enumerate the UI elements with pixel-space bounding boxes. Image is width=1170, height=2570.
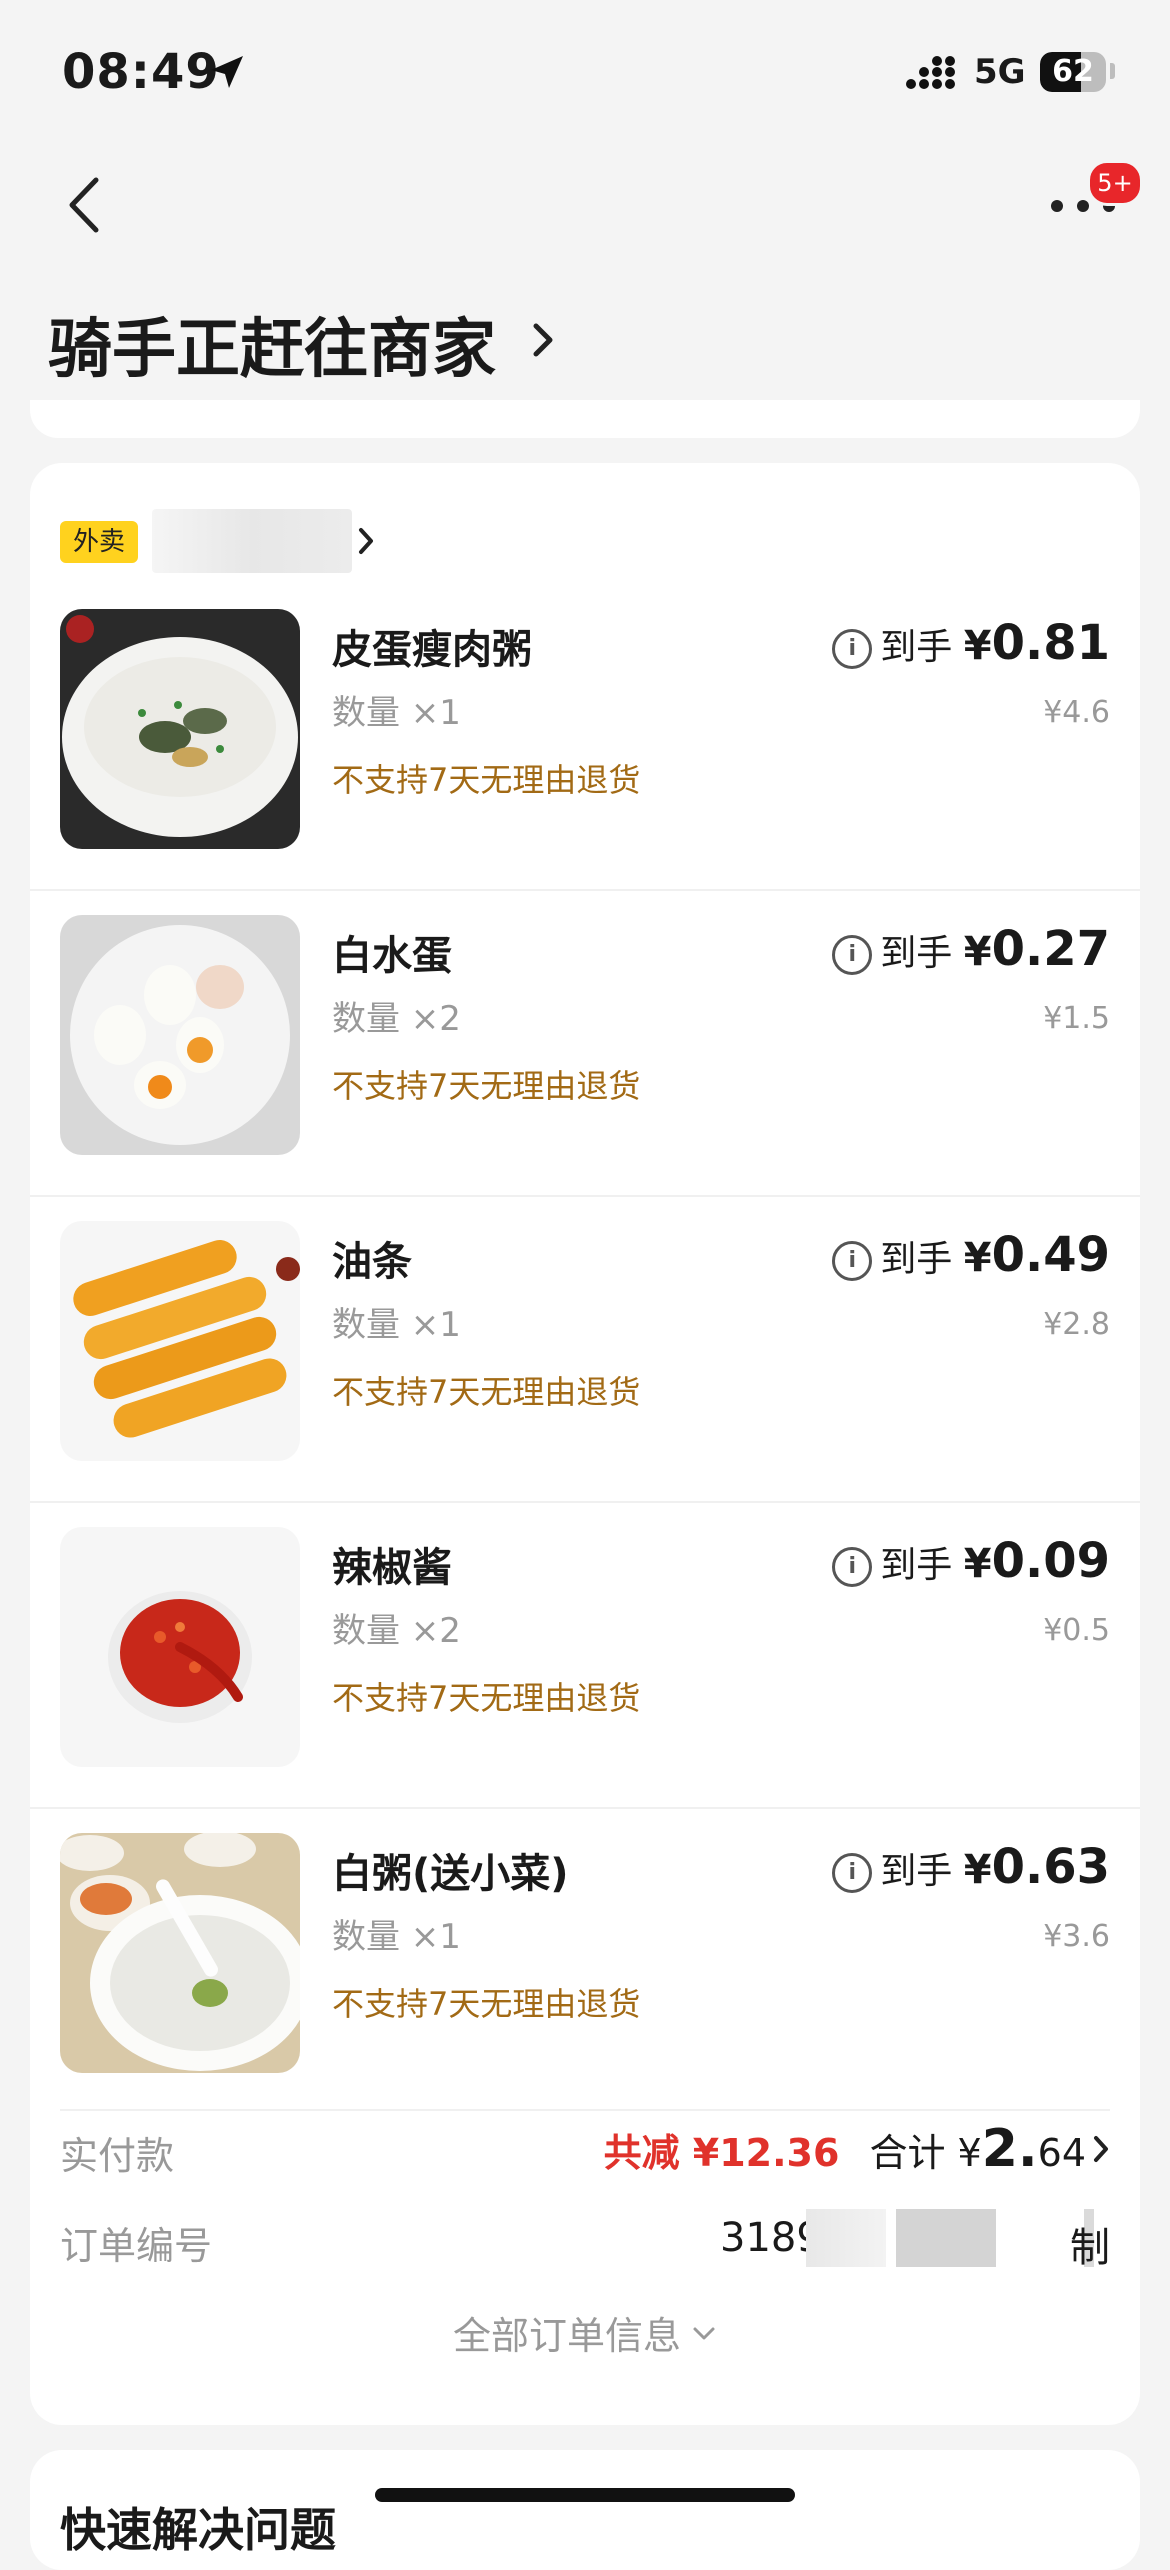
chevron-down-icon: [693, 2327, 715, 2340]
price-amount: 0.27: [991, 921, 1110, 977]
order-item[interactable]: 白粥(送小菜) 数量 ×1 不支持7天无理由退货 i 到手 ¥0.63 ¥3.6: [30, 1809, 1140, 2115]
currency-symbol: ¥: [963, 1235, 992, 1281]
item-quantity: 数量 ×2: [332, 999, 461, 1039]
quick-solve-card[interactable]: 快速解决问题: [30, 2450, 1140, 2570]
price-amount: 0.63: [991, 1839, 1110, 1895]
chevron-right-icon[interactable]: [1092, 2134, 1110, 2164]
return-policy: 不支持7天无理由退货: [332, 1985, 641, 2023]
copy-button[interactable]: 制: [1070, 2215, 1110, 2273]
price-label: 到手: [880, 1851, 953, 1892]
original-price: ¥2.8: [1043, 1307, 1110, 1342]
original-price: ¥1.5: [1043, 1001, 1110, 1036]
divider: [60, 2109, 1110, 2111]
all-order-info-label: 全部订单信息: [452, 2314, 681, 2358]
order-number-redacted: [806, 2209, 886, 2267]
all-order-info-toggle[interactable]: 全部订单信息: [30, 2305, 1140, 2360]
info-icon[interactable]: i: [832, 1547, 873, 1587]
status-bar: 08:49 5G 62: [0, 0, 1170, 140]
item-price: i 到手 ¥0.81: [832, 615, 1110, 671]
return-policy: 不支持7天无理由退货: [332, 1679, 641, 1717]
currency-symbol: ¥: [963, 1541, 992, 1587]
return-policy: 不支持7天无理由退货: [332, 761, 641, 799]
chevron-right-icon[interactable]: [528, 318, 558, 362]
item-price: i 到手 ¥0.63: [832, 1839, 1110, 1895]
return-policy: 不支持7天无理由退货: [332, 1373, 641, 1411]
location-arrow-icon: [211, 56, 243, 88]
total-label: 合计 ¥: [869, 2131, 982, 2175]
order-item[interactable]: 白水蛋 数量 ×2 不支持7天无理由退货 i 到手 ¥0.27 ¥1.5: [30, 891, 1140, 1197]
order-item[interactable]: 辣椒酱 数量 ×2 不支持7天无理由退货 i 到手 ¥0.09 ¥0.5: [30, 1503, 1140, 1809]
order-number-label: 订单编号: [60, 2224, 213, 2268]
item-quantity: 数量 ×1: [332, 1917, 461, 1957]
payment-summary[interactable]: 共减 ¥12.36 合计 ¥2.64: [604, 2119, 1110, 2179]
total-amount-big: 2.: [981, 2119, 1038, 2179]
item-price: i 到手 ¥0.09: [832, 1533, 1110, 1589]
info-icon[interactable]: i: [832, 1853, 873, 1893]
currency-symbol: ¥: [963, 1847, 992, 1893]
item-quantity: 数量 ×1: [332, 1305, 461, 1345]
back-chevron-icon[interactable]: [62, 172, 112, 238]
price-amount: 0.49: [991, 1227, 1110, 1283]
item-name: 白水蛋: [332, 933, 452, 979]
page-title[interactable]: 骑手正赶往商家: [48, 298, 496, 390]
porridge-image: [60, 609, 300, 849]
order-number-redacted: [896, 2209, 996, 2267]
return-policy: 不支持7天无理由退货: [332, 1067, 641, 1105]
fried-dough-image: [60, 1221, 300, 1461]
item-quantity: 数量 ×2: [332, 1611, 461, 1651]
item-name: 白粥(送小菜): [332, 1851, 569, 1897]
battery-percent: 62: [1052, 54, 1094, 89]
order-item[interactable]: 皮蛋瘦肉粥 数量 ×1 不支持7天无理由退货 i 到手 ¥0.81 ¥4.6: [30, 585, 1140, 891]
total-amount-small: 64: [1037, 2131, 1086, 2175]
shop-name-redacted[interactable]: [152, 509, 352, 573]
item-price: i 到手 ¥0.27: [832, 921, 1110, 977]
paid-amount-label: 实付款: [60, 2134, 175, 2178]
info-icon[interactable]: i: [832, 935, 873, 975]
status-time: 08:49: [62, 44, 220, 100]
price-label: 到手: [880, 1545, 953, 1586]
item-price: i 到手 ¥0.49: [832, 1227, 1110, 1283]
home-indicator[interactable]: [375, 2488, 795, 2502]
info-icon[interactable]: i: [832, 1241, 873, 1281]
info-icon[interactable]: i: [832, 629, 873, 669]
original-price: ¥4.6: [1043, 695, 1110, 730]
previous-card-edge: [30, 400, 1140, 438]
chevron-right-icon[interactable]: [356, 525, 376, 557]
white-porridge-image: [60, 1833, 300, 2073]
boiled-egg-image: [60, 915, 300, 1155]
price-amount: 0.81: [991, 615, 1110, 671]
order-item[interactable]: 油条 数量 ×1 不支持7天无理由退货 i 到手 ¥0.49 ¥2.8: [30, 1197, 1140, 1503]
item-name: 辣椒酱: [332, 1545, 452, 1591]
chili-sauce-image: [60, 1527, 300, 1767]
notification-badge: 5+: [1087, 160, 1143, 206]
price-amount: 0.09: [991, 1533, 1110, 1589]
takeout-tag: 外卖: [60, 521, 138, 563]
quick-solve-title: 快速解决问题: [60, 2503, 336, 2557]
original-price: ¥3.6: [1043, 1919, 1110, 1954]
item-name: 油条: [332, 1239, 412, 1285]
original-price: ¥0.5: [1043, 1613, 1110, 1648]
battery-icon: 62: [1040, 52, 1106, 92]
network-type: 5G: [974, 52, 1026, 92]
currency-symbol: ¥: [963, 623, 992, 669]
item-quantity: 数量 ×1: [332, 693, 461, 733]
price-label: 到手: [880, 1239, 953, 1280]
discount-total: 共减 ¥12.36: [603, 2131, 840, 2175]
signal-icon: [906, 56, 955, 89]
item-name: 皮蛋瘦肉粥: [332, 627, 532, 673]
currency-symbol: ¥: [963, 929, 992, 975]
battery-nub: [1110, 63, 1115, 79]
order-card: 外卖 皮蛋瘦肉粥 数量 ×1 不支持7天无理由退货 i 到手 ¥0.81 ¥4.6: [30, 463, 1140, 2425]
price-label: 到手: [880, 933, 953, 974]
price-label: 到手: [880, 627, 953, 668]
